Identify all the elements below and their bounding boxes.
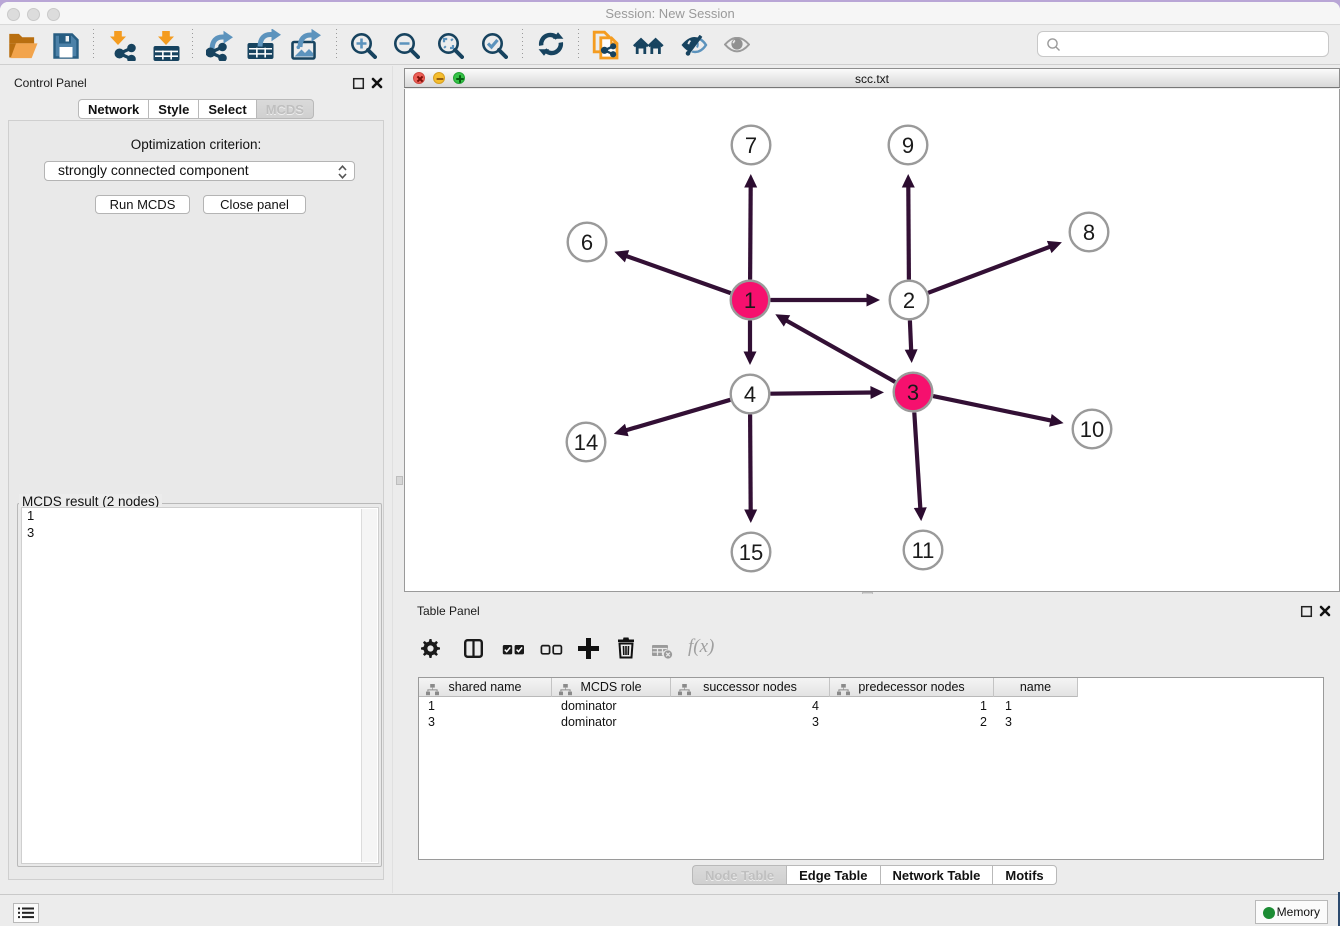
svg-text:14: 14 (574, 430, 598, 455)
svg-text:9: 9 (902, 133, 914, 158)
svg-text:3: 3 (907, 380, 919, 405)
svg-text:11: 11 (912, 538, 935, 563)
svg-text:15: 15 (739, 540, 763, 565)
svg-text:4: 4 (744, 382, 756, 407)
svg-text:10: 10 (1080, 417, 1104, 442)
svg-text:7: 7 (745, 133, 757, 158)
svg-text:1: 1 (744, 288, 756, 313)
svg-text:6: 6 (581, 230, 593, 255)
svg-text:8: 8 (1083, 220, 1095, 245)
svg-text:2: 2 (903, 288, 915, 313)
